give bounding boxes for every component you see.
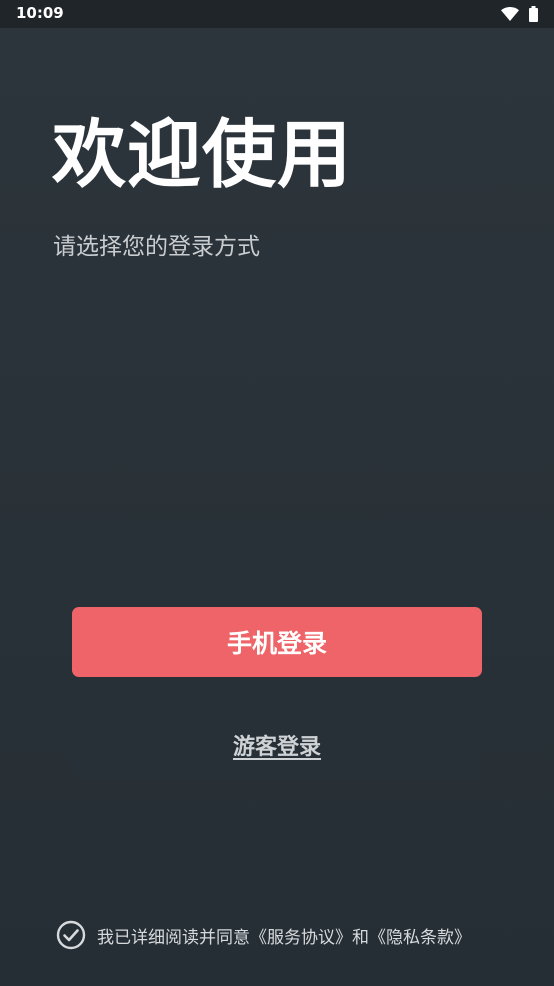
phone-login-button[interactable]: 手机登录 xyxy=(72,607,482,677)
welcome-title: 欢迎使用 xyxy=(52,112,352,198)
status-time: 10:09 xyxy=(16,4,64,22)
agreement-checkbox[interactable] xyxy=(56,920,86,950)
status-bar: 10:09 xyxy=(0,0,554,28)
wifi-icon xyxy=(501,7,519,21)
welcome-subtitle: 请选择您的登录方式 xyxy=(53,234,260,260)
service-agreement-link[interactable]: 《服务协议》 xyxy=(250,928,352,948)
privacy-policy-link[interactable]: 《隐私条款》 xyxy=(369,928,471,948)
check-circle-icon xyxy=(56,920,86,950)
agreement-conjunction: 和 xyxy=(352,927,369,948)
login-screen: 10:09 欢迎使用 请选择您的登录方式 手机登录 游客登录 我已详细阅读并同意… xyxy=(0,0,554,986)
battery-icon xyxy=(529,6,538,22)
status-icons xyxy=(501,6,538,22)
agreement-prefix: 我已详细阅读并同意 xyxy=(97,927,250,948)
agreement-row: 我已详细阅读并同意《服务协议》和《隐私条款》 xyxy=(56,918,471,952)
guest-login-button[interactable]: 游客登录 xyxy=(72,710,482,780)
agreement-text: 我已详细阅读并同意《服务协议》和《隐私条款》 xyxy=(97,923,471,948)
